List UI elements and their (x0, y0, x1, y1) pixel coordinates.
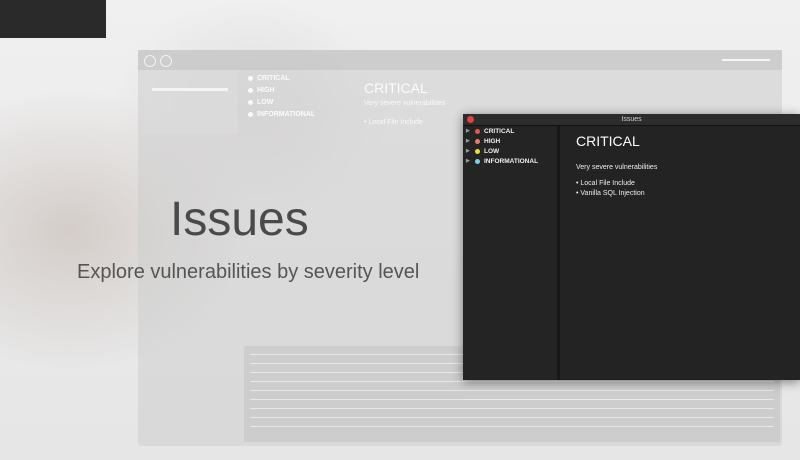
background-list-item: INFORMATIONAL (248, 108, 315, 120)
background-severity-list: CRITICAL HIGH LOW INFORMATIONAL (248, 72, 315, 120)
blue-dot-icon (475, 158, 480, 164)
severity-dot-icon (248, 99, 253, 105)
list-item[interactable]: • Vanilla SQL Injection (576, 190, 645, 200)
background-sidebar (144, 70, 238, 134)
close-button[interactable] (467, 116, 474, 123)
background-list-item: HIGH (248, 84, 315, 96)
severity-dot-icon (248, 87, 253, 93)
window-title: Issues (621, 116, 642, 123)
log-line (250, 426, 774, 427)
sidebar-item-high[interactable]: ▶ HIGH (463, 136, 557, 146)
disclosure-triangle-icon[interactable]: ▶ (466, 138, 474, 144)
content-title: CRITICAL (576, 133, 640, 149)
background-progress-line (722, 59, 770, 61)
disclosure-triangle-icon[interactable]: ▶ (466, 158, 474, 164)
background-list-label: CRITICAL (257, 74, 290, 82)
content-pane: CRITICAL Very severe vulnerabilities • L… (576, 126, 800, 380)
window-titlebar: Issues (463, 114, 800, 126)
orange-dot-icon (475, 138, 480, 144)
severity-dot-icon (248, 75, 253, 81)
list-item[interactable]: • Local File Include (576, 180, 645, 190)
background-content-subtitle: Very severe vulnerabilities (364, 100, 446, 107)
log-line (250, 390, 774, 391)
sidebar-item-low[interactable]: ▶ LOW (463, 146, 557, 156)
sidebar-item-label: CRITICAL (484, 127, 515, 135)
log-line (250, 408, 774, 409)
severity-dot-icon (248, 111, 253, 117)
background-list-label: HIGH (257, 86, 275, 94)
log-line (250, 381, 774, 382)
sidebar-item-label: LOW (484, 147, 500, 155)
background-content-item: • Local File Include (364, 119, 423, 126)
gear-icon (144, 55, 156, 67)
background-list-label: INFORMATIONAL (257, 110, 316, 118)
hero-title: Issues (170, 193, 309, 246)
issues-window: Issues ▶ CRITICAL ▶ HIGH ▶ LOW ▶ INFORMA… (463, 114, 800, 380)
background-slider (152, 88, 228, 91)
disclosure-triangle-icon[interactable]: ▶ (466, 128, 474, 134)
severity-sidebar: ▶ CRITICAL ▶ HIGH ▶ LOW ▶ INFORMATIONAL (463, 126, 560, 380)
red-dot-icon (475, 128, 480, 134)
play-icon (160, 55, 172, 67)
background-list-item: LOW (248, 96, 315, 108)
sidebar-item-critical[interactable]: ▶ CRITICAL (463, 126, 557, 136)
background-list-item: CRITICAL (248, 72, 315, 84)
content-subtitle: Very severe vulnerabilities (576, 164, 658, 171)
disclosure-triangle-icon[interactable]: ▶ (466, 148, 474, 154)
log-line (250, 399, 774, 400)
background-content-title: CRITICAL (364, 80, 428, 96)
corner-block (0, 0, 106, 38)
yellow-dot-icon (475, 148, 480, 154)
background-list-label: LOW (257, 98, 274, 106)
background-toolbar (138, 50, 782, 70)
sidebar-item-label: HIGH (484, 137, 501, 145)
hero-subtitle: Explore vulnerabilities by severity leve… (77, 261, 420, 283)
log-line (250, 417, 774, 418)
sidebar-item-label: INFORMATIONAL (484, 157, 539, 165)
vulnerability-list: • Local File Include • Vanilla SQL Injec… (576, 180, 645, 200)
sidebar-item-informational[interactable]: ▶ INFORMATIONAL (463, 156, 557, 166)
